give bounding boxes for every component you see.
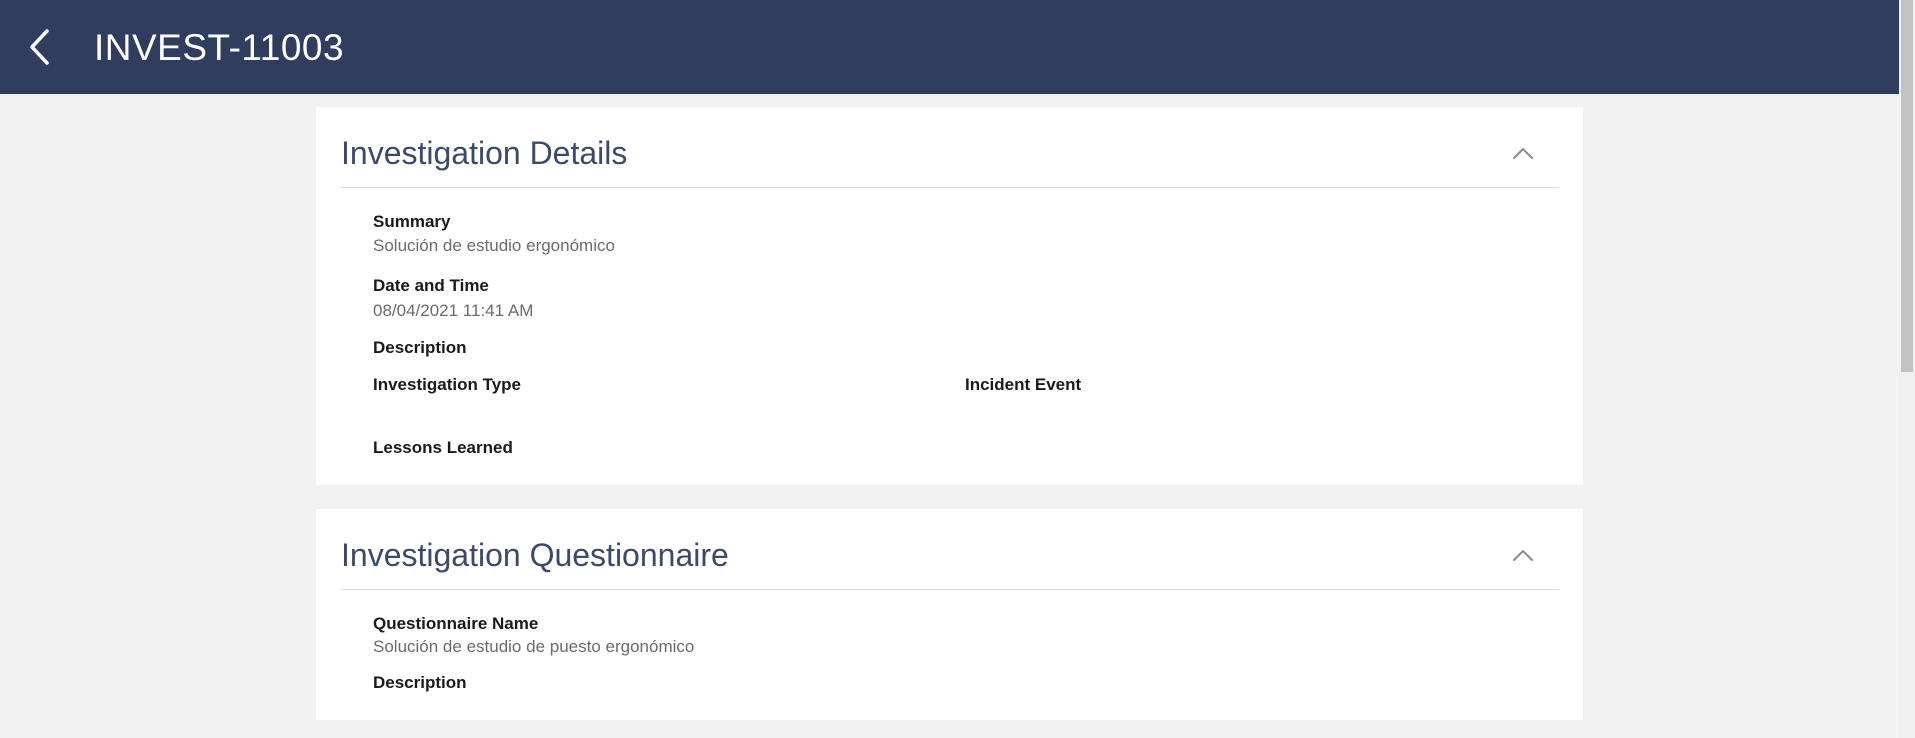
- investigation-details-card: Investigation Details Summary Solución d…: [316, 107, 1583, 485]
- section-divider: [341, 589, 1559, 590]
- investigation-details-title: Investigation Details: [341, 135, 628, 171]
- date-time-value: 08/04/2021 11:41 AM: [373, 301, 534, 320]
- app-header: INVEST-11003: [0, 0, 1899, 94]
- back-button[interactable]: [18, 22, 62, 72]
- investigation-questionnaire-title: Investigation Questionnaire: [341, 537, 729, 573]
- description-label: Description: [373, 338, 467, 357]
- questionnaire-description-label: Description: [373, 673, 467, 692]
- scrollbar-thumb[interactable]: [1901, 0, 1913, 372]
- collapse-details-button[interactable]: [1507, 137, 1539, 169]
- questionnaire-name-label: Questionnaire Name: [373, 614, 539, 633]
- incident-event-label: Incident Event: [965, 375, 1082, 394]
- chevron-left-icon: [30, 29, 49, 65]
- chevron-up-icon: [1513, 550, 1533, 561]
- collapse-questionnaire-button[interactable]: [1507, 539, 1539, 571]
- page-title: INVEST-11003: [94, 27, 345, 68]
- summary-label: Summary: [373, 212, 451, 231]
- summary-value: Solución de estudio ergonómico: [373, 236, 615, 255]
- chevron-up-icon: [1513, 148, 1533, 159]
- section-divider: [341, 187, 1559, 188]
- date-time-label: Date and Time: [373, 276, 489, 295]
- questionnaire-name-value: Solución de estudio de puesto ergonómico: [373, 637, 695, 656]
- lessons-learned-label: Lessons Learned: [373, 438, 513, 457]
- investigation-type-label: Investigation Type: [373, 375, 521, 394]
- investigation-questionnaire-card: Investigation Questionnaire Questionnair…: [316, 509, 1583, 720]
